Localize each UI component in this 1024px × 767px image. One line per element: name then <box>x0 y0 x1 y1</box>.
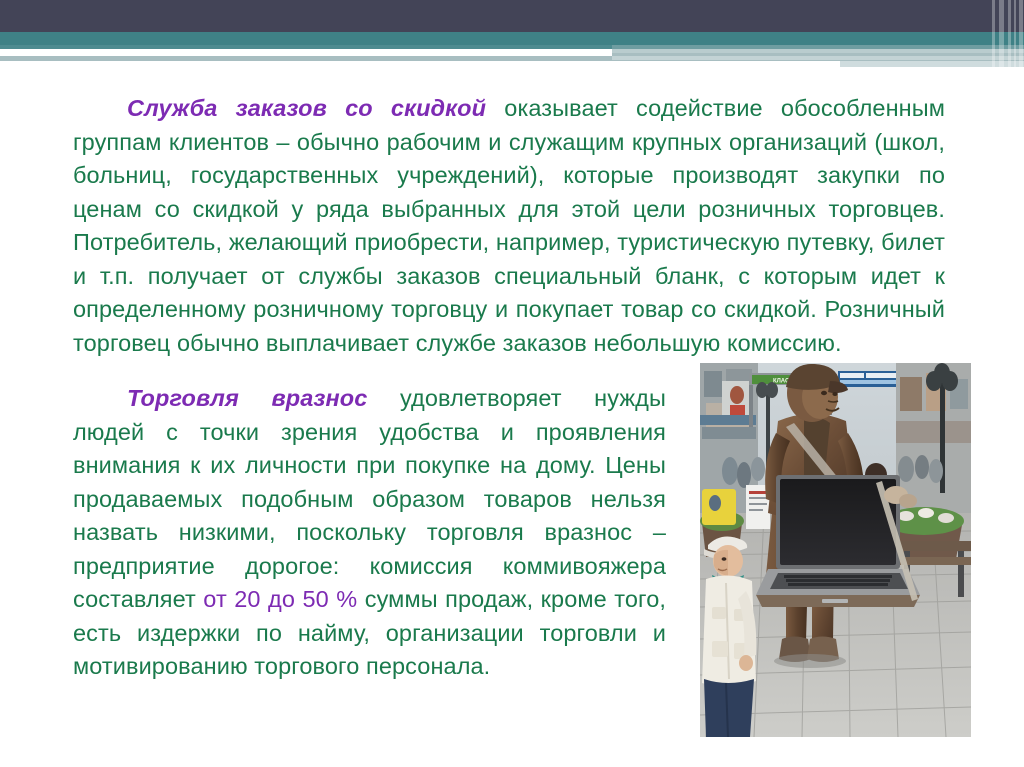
banner-band-teal <box>0 32 1024 45</box>
paragraph-door-to-door-trade: Торговля вразнос удовлетворяет нужды люд… <box>73 382 666 684</box>
banner-vertical-stripe-2 <box>999 0 1004 72</box>
paragraph-body-text-part-1: удовлетворяет нужды людей с точки зрения… <box>73 385 666 612</box>
banner-band-dark <box>0 0 1024 32</box>
banner-band-step-a <box>612 45 1024 49</box>
banner-vertical-stripe-4 <box>1014 0 1016 72</box>
paragraph-accent-commission-range: от 20 до 50 % <box>203 586 358 612</box>
paragraph-body-text: оказывает содействие обособленным группа… <box>73 95 945 356</box>
paragraph-lead-term: Торговля вразнос <box>127 385 368 411</box>
banner-gap-b <box>0 53 612 56</box>
banner-band-pale-3 <box>612 56 1024 60</box>
banner-vertical-stripe-5 <box>1019 0 1023 72</box>
paragraph-discount-order-service: Служба заказов со скидкой оказывает соде… <box>73 92 945 360</box>
paragraph-lead-term: Служба заказов со скидкой <box>127 95 487 121</box>
banner-gap-d <box>0 67 1024 72</box>
slide: Служба заказов со скидкой оказывает соде… <box>0 0 1024 767</box>
banner-vertical-stripe-1 <box>992 0 995 72</box>
banner-vertical-stripe-3 <box>1008 0 1011 72</box>
photo-bronze-peddler-statue: КЛАСС-ТУР <box>700 363 971 737</box>
header-banner <box>0 0 1024 72</box>
